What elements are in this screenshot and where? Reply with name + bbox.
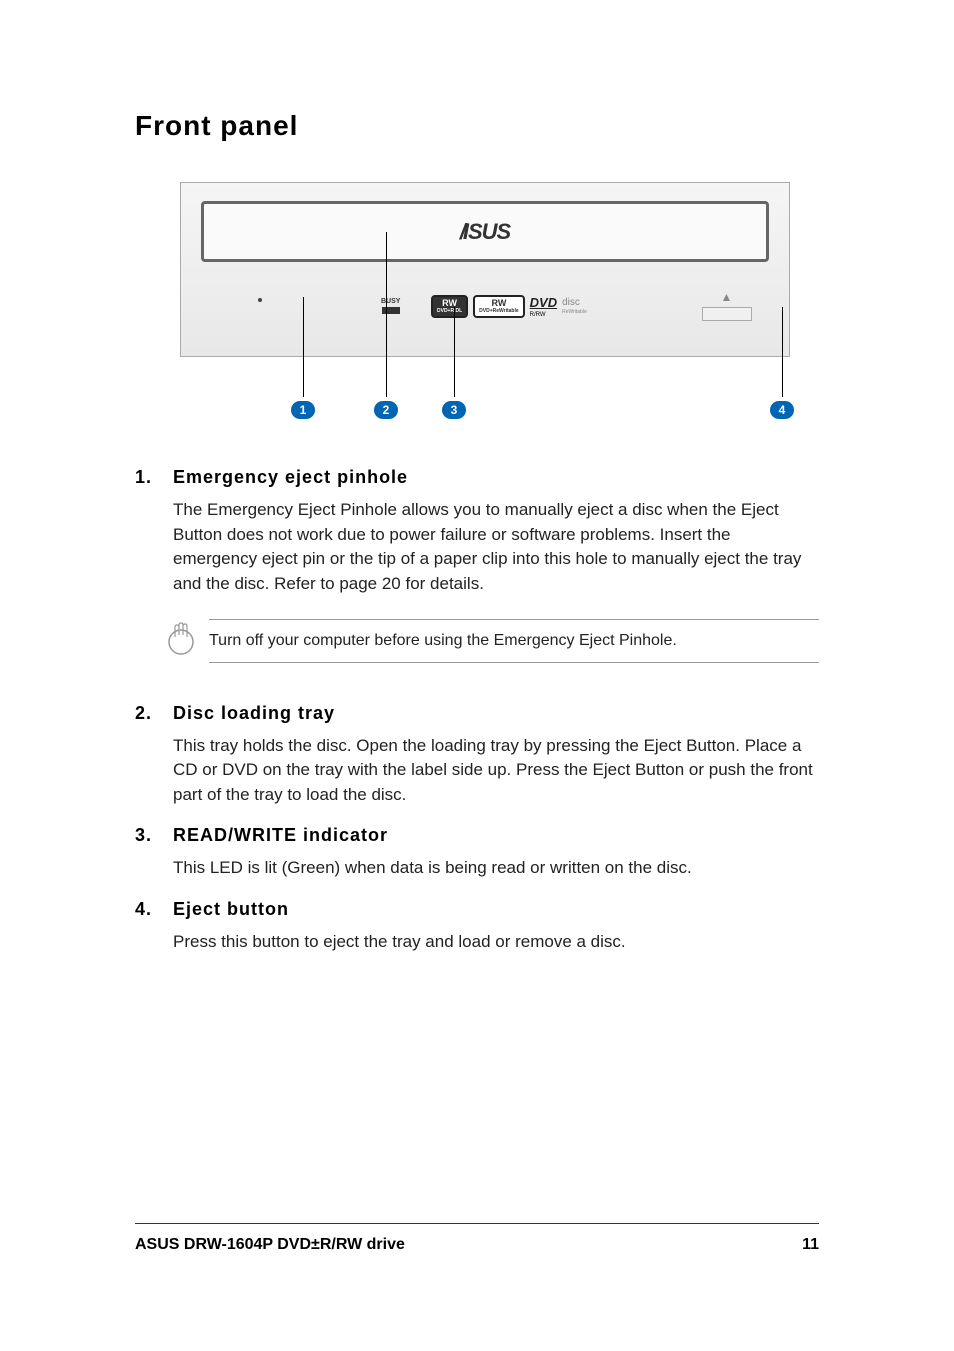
- section-4-body: Press this button to eject the tray and …: [173, 930, 819, 955]
- drive-illustration: ISUS BUSY RW DVD+R DL RW DVD+ReWritable: [180, 182, 790, 357]
- callout-indicators: 1 2 3 4: [225, 357, 835, 427]
- section-3-title: READ/WRITE indicator: [173, 825, 388, 846]
- callout-3: 3: [442, 401, 466, 419]
- section-1: 1. Emergency eject pinhole The Emergency…: [135, 467, 819, 665]
- section-2-num: 2.: [135, 703, 173, 724]
- eject-button-graphic: [702, 307, 752, 321]
- document-page: Front panel ISUS BUSY RW DVD+R DL RW: [0, 0, 954, 955]
- section-2-body: This tray holds the disc. Open the loadi…: [173, 734, 819, 808]
- drive-bottom-strip: BUSY RW DVD+R DL RW DVD+ReWritable DVD R…: [201, 288, 769, 338]
- section-3-body: This LED is lit (Green) when data is bei…: [173, 856, 819, 881]
- page-footer: ASUS DRW-1604P DVD±R/RW drive 11: [135, 1223, 819, 1254]
- callout-line-1: [303, 297, 304, 397]
- callout-2: 2: [374, 401, 398, 419]
- asus-logo: ISUS: [460, 219, 510, 245]
- callout-line-4: [782, 307, 783, 397]
- section-4-heading: 4. Eject button: [135, 899, 819, 920]
- section-2-heading: 2. Disc loading tray: [135, 703, 819, 724]
- section-3: 3. READ/WRITE indicator This LED is lit …: [135, 825, 819, 881]
- disc-rewritable-badge: disc ReWritable: [562, 297, 587, 315]
- hand-warning-icon: [161, 617, 209, 665]
- callout-line-2: [386, 232, 387, 397]
- rw-dl-badge: RW DVD+R DL: [431, 295, 468, 318]
- eject-icon: ▲: [699, 290, 754, 304]
- callout-1: 1: [291, 401, 315, 419]
- callout-line-3: [454, 307, 455, 397]
- warning-note: Turn off your computer before using the …: [161, 617, 819, 665]
- section-2-title: Disc loading tray: [173, 703, 335, 724]
- section-2: 2. Disc loading tray This tray holds the…: [135, 703, 819, 808]
- footer-page-number: 11: [802, 1236, 819, 1254]
- section-4-num: 4.: [135, 899, 173, 920]
- busy-label: BUSY: [381, 298, 400, 305]
- eject-button-area: ▲: [699, 290, 754, 321]
- dvd-badge: DVD R/RW: [530, 294, 557, 318]
- section-4-title: Eject button: [173, 899, 289, 920]
- section-3-num: 3.: [135, 825, 173, 846]
- footer-product-name: ASUS DRW-1604P DVD±R/RW drive: [135, 1236, 405, 1254]
- note-text-wrap: Turn off your computer before using the …: [209, 619, 819, 663]
- emergency-pinhole-icon: [258, 298, 262, 302]
- front-panel-diagram: ISUS BUSY RW DVD+R DL RW DVD+ReWritable: [180, 182, 819, 427]
- callout-4: 4: [770, 401, 794, 419]
- busy-led-icon: [382, 307, 400, 314]
- disc-tray-slot: ISUS: [201, 201, 769, 262]
- busy-indicator: BUSY: [381, 298, 400, 314]
- section-1-heading: 1. Emergency eject pinhole: [135, 467, 819, 488]
- section-3-heading: 3. READ/WRITE indicator: [135, 825, 819, 846]
- section-4: 4. Eject button Press this button to eje…: [135, 899, 819, 955]
- note-text: Turn off your computer before using the …: [209, 632, 677, 649]
- page-title: Front panel: [135, 110, 819, 142]
- section-1-body: The Emergency Eject Pinhole allows you t…: [173, 498, 819, 597]
- section-1-num: 1.: [135, 467, 173, 488]
- rw-rewritable-badge: RW DVD+ReWritable: [473, 295, 525, 318]
- section-1-title: Emergency eject pinhole: [173, 467, 408, 488]
